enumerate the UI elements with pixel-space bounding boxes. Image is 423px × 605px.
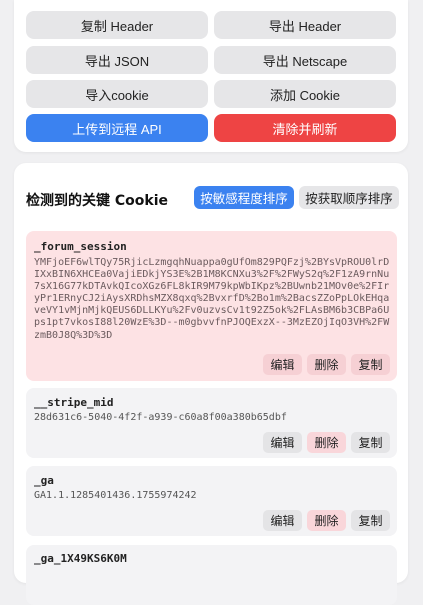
- cookie-name: _ga_1X49KS6K0M: [34, 552, 127, 565]
- copy-button[interactable]: 复制: [351, 432, 390, 453]
- cookie-name: _ga: [34, 474, 54, 487]
- key-cookies-panel: 检测到的关键 Cookie 按敏感程度排序 按获取顺序排序 _forum_ses…: [14, 163, 408, 605]
- section-title: 检测到的关键 Cookie: [26, 193, 168, 209]
- cookie-value: GA1.1.1285401436.1755974242: [34, 490, 197, 501]
- edit-button[interactable]: 编辑: [263, 432, 302, 453]
- delete-button[interactable]: 删除: [307, 354, 346, 375]
- cookie-item: _forum_session YMFjoEF6wlTQy75RjicLzmgqh…: [26, 231, 397, 381]
- import-cookie-button[interactable]: 导入cookie: [26, 80, 208, 108]
- sort-by-order-button[interactable]: 按获取顺序排序: [299, 186, 399, 209]
- export-header-button[interactable]: 导出 Header: [214, 11, 396, 39]
- clear-refresh-button[interactable]: 清除并刷新: [214, 114, 396, 142]
- upload-api-button[interactable]: 上传到远程 API: [26, 114, 208, 142]
- export-netscape-button[interactable]: 导出 Netscape: [214, 46, 396, 74]
- copy-header-button[interactable]: 复制 Header: [26, 11, 208, 39]
- cookie-value: YMFjoEF6wlTQy75RjicLzmgqhNuappa0gUfOm829…: [34, 257, 390, 341]
- sort-by-sensitivity-button[interactable]: 按敏感程度排序: [194, 186, 294, 209]
- copy-button[interactable]: 复制: [351, 510, 390, 531]
- cookie-item: __stripe_mid 28d631c6-5040-4f2f-a939-c60…: [26, 388, 397, 458]
- delete-button[interactable]: 删除: [307, 432, 346, 453]
- edit-button[interactable]: 编辑: [263, 354, 302, 375]
- actions-panel: 复制 Header 导出 Header 导出 JSON 导出 Netscape …: [14, 0, 408, 152]
- cookie-value: 28d631c6-5040-4f2f-a939-c60a8f00a380b65d…: [34, 412, 287, 423]
- cookie-item: _ga GA1.1.1285401436.1755974242 编辑 删除 复制: [26, 466, 397, 536]
- copy-button[interactable]: 复制: [351, 354, 390, 375]
- add-cookie-button[interactable]: 添加 Cookie: [214, 80, 396, 108]
- edit-button[interactable]: 编辑: [263, 510, 302, 531]
- export-json-button[interactable]: 导出 JSON: [26, 46, 208, 74]
- cookie-name: __stripe_mid: [34, 396, 114, 409]
- cookie-item: _ga_1X49KS6K0M: [26, 545, 397, 605]
- delete-button[interactable]: 删除: [307, 510, 346, 531]
- cookie-name: _forum_session: [34, 240, 127, 253]
